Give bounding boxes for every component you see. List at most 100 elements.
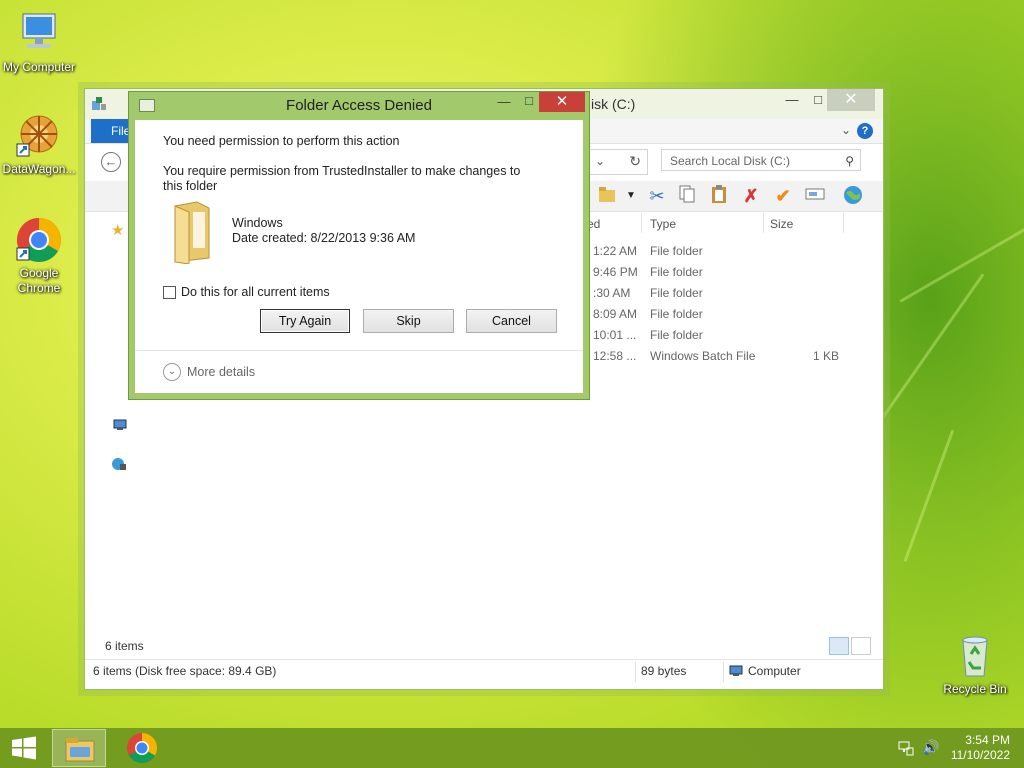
status-computer-icon — [729, 665, 743, 680]
column-header-type[interactable]: Type — [650, 217, 676, 231]
taskbar: 🔊 3:54 PM 11/10/2022 — [0, 728, 1024, 768]
row-type: File folder — [650, 244, 703, 258]
rename-icon[interactable] — [803, 184, 827, 208]
desktop-icon-google-chrome[interactable]: Google Chrome — [0, 216, 78, 296]
apply-to-all-checkbox[interactable] — [163, 286, 176, 299]
status-bar: 6 items (Disk free space: 89.4 GB) 89 by… — [85, 659, 883, 684]
move-to-folder-icon[interactable] — [595, 184, 619, 208]
status-separator — [635, 662, 636, 682]
address-bar[interactable]: ⌄ ↻ — [585, 149, 648, 175]
copy-icon[interactable] — [675, 184, 699, 208]
apply-to-all-label[interactable]: Do this for all current items — [181, 285, 330, 300]
desktop-icon-recycle-bin[interactable]: Recycle Bin — [936, 632, 1014, 697]
recycle-bin-icon — [951, 632, 999, 680]
refresh-icon[interactable]: ↻ — [629, 153, 641, 170]
datawagon-icon — [15, 112, 63, 160]
chrome-icon — [15, 216, 63, 264]
table-row[interactable]: 12:58 ... Windows Batch File 1 KB — [585, 346, 875, 367]
row-type: File folder — [650, 265, 703, 279]
taskbar-chrome-button[interactable] — [126, 732, 158, 764]
explorer-close-button[interactable]: ✕ — [827, 89, 875, 111]
dialog-close-button[interactable]: ✕ — [539, 92, 585, 112]
skip-button[interactable]: Skip — [363, 309, 454, 333]
dialog-message: You require permission from TrustedInsta… — [163, 164, 521, 193]
row-date: 9:46 PM — [593, 265, 638, 279]
status-separator — [723, 662, 724, 682]
delete-icon[interactable]: ✗ — [739, 184, 763, 208]
desktop-icon-datawagon[interactable]: DataWagon... — [0, 112, 78, 177]
more-details-link[interactable]: More details — [187, 365, 255, 379]
dialog-divider — [135, 350, 583, 351]
wallpaper-leaf-vein — [903, 429, 955, 563]
item-count: 6 items — [105, 639, 144, 653]
address-dropdown-icon[interactable]: ⌄ — [595, 154, 605, 168]
status-size: 89 bytes — [641, 664, 687, 678]
column-separator[interactable] — [641, 213, 642, 233]
desktop-icon-label: DataWagon... — [2, 162, 76, 176]
column-header-size[interactable]: Size — [770, 217, 793, 231]
folder-icon — [169, 198, 211, 265]
volume-tray-icon[interactable]: 🔊 — [922, 739, 939, 756]
table-row[interactable]: 10:01 ... File folder — [585, 325, 875, 346]
cancel-button[interactable]: Cancel — [466, 309, 557, 333]
column-separator[interactable] — [763, 213, 764, 233]
my-computer-icon — [15, 10, 63, 58]
row-date: 12:58 ... — [593, 349, 637, 363]
table-row[interactable]: 1:22 AM File folder — [585, 241, 875, 262]
desktop-icon-my-computer[interactable]: My Computer — [0, 10, 78, 75]
dialog-body: You need permission to perform this acti… — [135, 120, 583, 393]
folder-access-denied-dialog: Folder Access Denied — □ ✕ You need perm… — [128, 91, 590, 400]
status-location: Computer — [748, 664, 801, 678]
start-windows-icon[interactable] — [10, 736, 38, 760]
cut-icon[interactable]: ✂ — [645, 184, 669, 208]
explorer-title: isk (C:) — [591, 96, 636, 112]
globe-icon[interactable] — [841, 184, 865, 208]
back-arrow-icon[interactable]: ← — [101, 152, 121, 172]
item-name: Windows — [232, 216, 283, 230]
row-size: 1 KB — [813, 349, 840, 363]
table-row[interactable]: 8:09 AM File folder — [585, 304, 875, 325]
large-icons-view-icon[interactable] — [851, 637, 871, 655]
explorer-quick-access-icon[interactable] — [91, 95, 107, 111]
row-type: File folder — [650, 307, 703, 321]
checkmark-icon[interactable]: ✔ — [771, 184, 795, 208]
file-explorer-icon — [65, 738, 95, 762]
row-date: 8:09 AM — [593, 307, 638, 321]
desktop-icon-label: Recycle Bin — [943, 682, 1007, 696]
row-date: 1:22 AM — [593, 244, 638, 258]
network-tray-icon[interactable] — [898, 740, 914, 759]
help-icon[interactable]: ? — [857, 123, 873, 139]
dropdown-arrow-icon[interactable]: ▼ — [619, 184, 643, 208]
try-again-button[interactable]: Try Again — [260, 309, 350, 333]
dialog-maximize-button[interactable]: □ — [517, 93, 541, 108]
desktop-icon-label: My Computer — [2, 60, 76, 74]
table-row[interactable]: 9:46 PM File folder — [585, 262, 875, 283]
desktop-icon-label: Google Chrome — [17, 266, 61, 295]
taskbar-file-explorer-button[interactable] — [52, 729, 106, 767]
clock-time: 3:54 PM — [965, 733, 1010, 747]
column-separator[interactable] — [843, 213, 844, 233]
search-placeholder: Search Local Disk (C:) — [670, 154, 791, 168]
paste-icon[interactable] — [707, 184, 731, 208]
ribbon-expand-icon[interactable]: ⌄ — [841, 123, 851, 137]
network-icon[interactable] — [111, 457, 126, 470]
taskbar-clock[interactable]: 3:54 PM 11/10/2022 — [951, 733, 1010, 763]
search-icon[interactable]: ⚲ — [845, 150, 854, 172]
row-date: :30 AM — [593, 286, 631, 300]
search-input[interactable]: Search Local Disk (C:) ⚲ — [661, 149, 861, 171]
wallpaper-leaf-vein — [899, 220, 1024, 303]
row-type: File folder — [650, 328, 703, 342]
this-pc-icon[interactable] — [113, 419, 127, 431]
dialog-heading: You need permission to perform this acti… — [163, 134, 400, 148]
favorites-star-icon[interactable]: ★ — [111, 221, 124, 239]
file-tab[interactable]: File — [91, 119, 131, 143]
dialog-minimize-button[interactable]: — — [492, 94, 516, 109]
chevron-down-icon[interactable]: ⌄ — [163, 363, 181, 381]
details-view-icon[interactable] — [829, 637, 849, 655]
row-type: File folder — [650, 286, 703, 300]
item-date-created: Date created: 8/22/2013 9:36 AM — [232, 231, 416, 245]
status-disk-info: 6 items (Disk free space: 89.4 GB) — [93, 664, 277, 678]
table-row[interactable]: :30 AM File folder — [585, 283, 875, 304]
dialog-title-bar: Folder Access Denied — □ ✕ — [129, 92, 589, 119]
clock-date: 11/10/2022 — [950, 748, 1010, 762]
